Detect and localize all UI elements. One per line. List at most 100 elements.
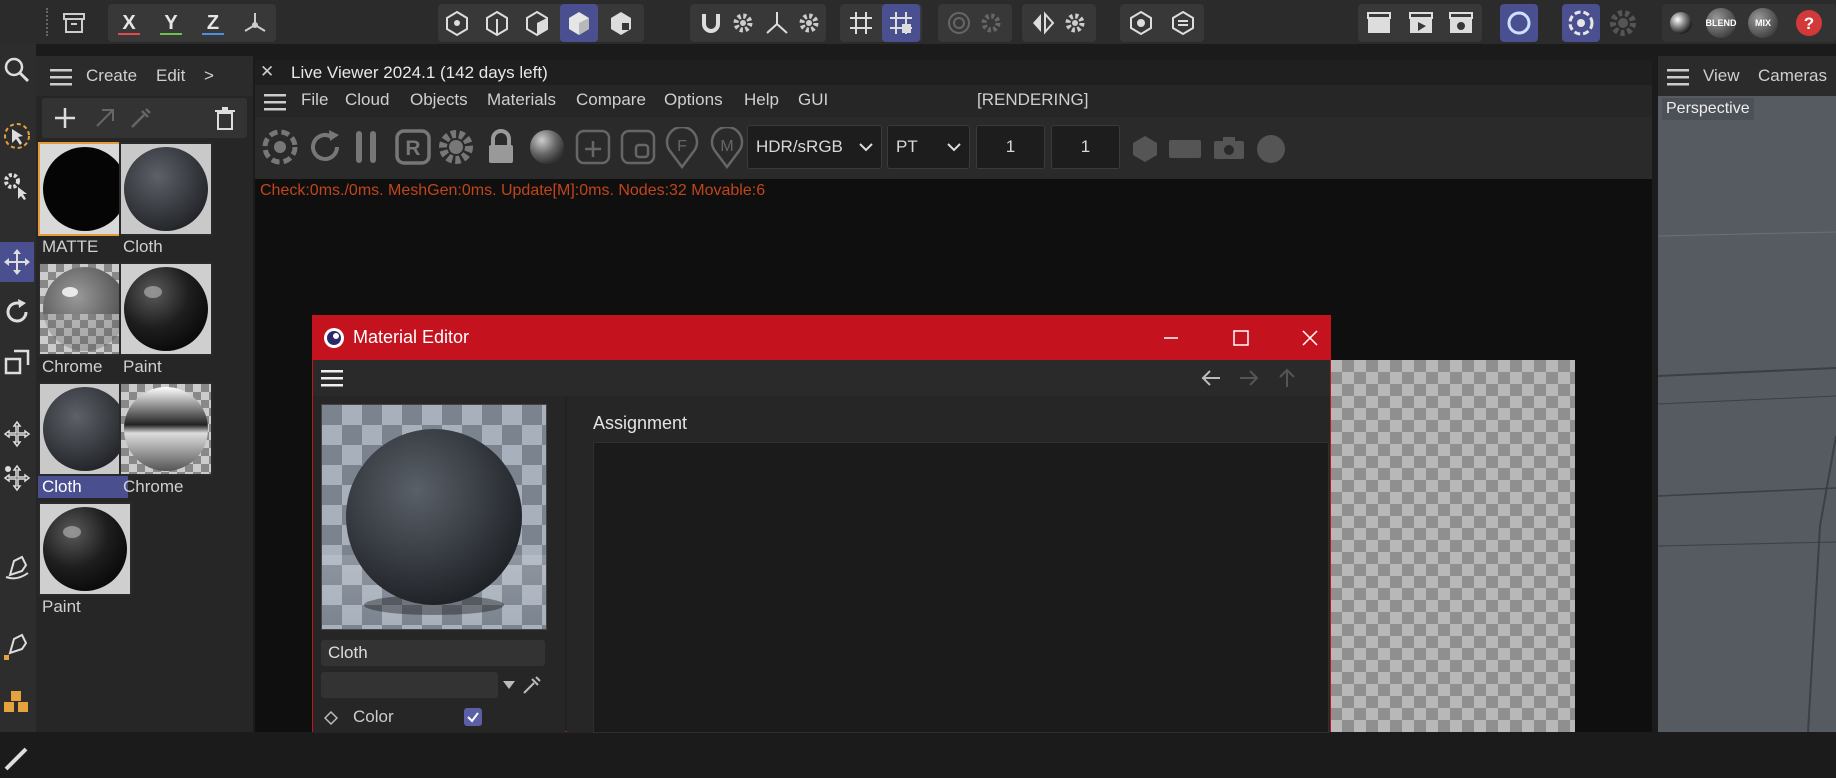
value-field-1[interactable]: 1 <box>976 125 1045 169</box>
x-axis-button[interactable]: X <box>110 4 148 42</box>
live-selection-tool[interactable] <box>0 116 34 156</box>
camera-button[interactable] <box>1212 135 1246 161</box>
material-secondary-field[interactable] <box>321 672 498 698</box>
material-pin-button[interactable]: M <box>707 127 747 169</box>
menu-more[interactable]: > <box>204 66 214 86</box>
menu-help[interactable]: Help <box>744 90 779 110</box>
restart-render-button[interactable] <box>305 127 345 167</box>
close-button[interactable] <box>1278 316 1342 360</box>
editor-hamburger-button[interactable] <box>321 369 343 387</box>
sketch-tool[interactable] <box>0 626 34 666</box>
delete-material-button[interactable] <box>212 105 238 131</box>
model-mode-button[interactable] <box>560 4 598 42</box>
archive-button[interactable] <box>55 4 93 42</box>
search-tool[interactable] <box>0 50 34 90</box>
focus-pin-button[interactable]: F <box>662 127 702 169</box>
material-thumbnail[interactable] <box>38 142 132 236</box>
gear-button[interactable] <box>1604 4 1642 42</box>
material-label[interactable]: MATTE <box>38 236 102 258</box>
help-button[interactable]: ? <box>1790 4 1828 42</box>
clapboard-button[interactable] <box>1360 4 1398 42</box>
add-region-button[interactable] <box>573 127 613 167</box>
menu-objects[interactable]: Objects <box>410 90 468 110</box>
add-material-button[interactable] <box>52 105 78 131</box>
lock-button[interactable] <box>481 127 521 167</box>
grid-button[interactable] <box>842 4 880 42</box>
material-thumbnail[interactable] <box>119 382 213 476</box>
kernel-select[interactable]: PT <box>887 125 970 169</box>
material-editor-titlebar[interactable]: Material Editor <box>313 316 1330 360</box>
select-settings-tool[interactable] <box>0 166 34 206</box>
material-label[interactable]: Paint <box>38 596 85 618</box>
material-sphere-button[interactable] <box>527 127 567 167</box>
material-thumbnail[interactable] <box>38 502 132 596</box>
eyedropper-button[interactable] <box>128 105 154 131</box>
menu-compare[interactable]: Compare <box>576 90 646 110</box>
settings-button[interactable] <box>436 127 476 167</box>
material-thumbnail[interactable] <box>119 142 213 236</box>
axis-settings-button[interactable] <box>790 4 828 42</box>
value-field-2[interactable]: 1 <box>1051 125 1120 169</box>
material-thumbnail[interactable] <box>38 262 132 356</box>
y-axis-button[interactable]: Y <box>152 4 190 42</box>
symmetry-settings-button[interactable] <box>1056 4 1094 42</box>
sphere-button[interactable] <box>1662 4 1700 42</box>
snap-settings-button[interactable] <box>724 4 762 42</box>
material-label[interactable]: Chrome <box>119 476 187 498</box>
apply-material-button[interactable] <box>92 105 118 131</box>
octane-aperture-button[interactable] <box>260 127 300 167</box>
cubes-tool[interactable] <box>0 684 34 724</box>
material-thumbnail[interactable] <box>38 382 132 476</box>
rotate-tool[interactable] <box>0 292 34 332</box>
frame-box-button[interactable] <box>618 127 658 167</box>
live-viewer-hamburger-button[interactable] <box>264 93 286 111</box>
mix-button[interactable]: MIX <box>1744 4 1782 42</box>
menu-materials[interactable]: Materials <box>487 90 556 110</box>
material-label[interactable]: Paint <box>119 356 166 378</box>
back-button[interactable] <box>1200 367 1222 389</box>
forward-button[interactable] <box>1238 367 1260 389</box>
color-channel-checkbox[interactable] <box>464 708 482 726</box>
render-canvas[interactable] <box>1330 360 1575 732</box>
render-view-button[interactable] <box>1164 4 1202 42</box>
material-label[interactable]: Cloth <box>119 236 167 258</box>
scale-tool[interactable] <box>0 342 34 382</box>
polygon-mode-button[interactable] <box>518 4 556 42</box>
minimize-button[interactable] <box>1139 316 1203 360</box>
dropdown-arrow-icon[interactable] <box>503 681 515 689</box>
eyedropper-icon[interactable] <box>521 674 543 696</box>
brush-tool[interactable] <box>0 738 34 778</box>
close-icon[interactable]: ✕ <box>260 62 274 82</box>
menu-options[interactable]: Options <box>664 90 723 110</box>
view-button[interactable] <box>1122 4 1160 42</box>
coordinate-system-button[interactable] <box>236 4 274 42</box>
menu-cloud[interactable]: Cloud <box>345 90 389 110</box>
blend-button[interactable]: BLEND <box>1702 4 1740 42</box>
film-button[interactable] <box>1168 139 1202 159</box>
target-settings-button[interactable] <box>972 4 1010 42</box>
hexagon-button[interactable] <box>1130 134 1160 164</box>
edge-mode-button[interactable] <box>478 4 516 42</box>
render-play-button[interactable] <box>1402 4 1440 42</box>
menu-gui[interactable]: GUI <box>798 90 828 110</box>
material-preview[interactable] <box>321 404 547 630</box>
material-thumbnail[interactable] <box>119 262 213 356</box>
color-space-select[interactable]: HDR/sRGB <box>747 125 882 169</box>
z-axis-button[interactable]: Z <box>194 4 232 42</box>
snap-grid-button[interactable] <box>882 4 920 42</box>
move-tool[interactable] <box>0 242 34 282</box>
material-label[interactable]: Chrome <box>38 356 106 378</box>
material-name-field[interactable]: Cloth <box>321 640 545 666</box>
point-mode-button[interactable] <box>438 4 476 42</box>
perspective-viewport[interactable]: View Cameras Perspective <box>1658 56 1836 732</box>
pause-button[interactable] <box>351 127 381 167</box>
texture-mode-button[interactable] <box>602 4 640 42</box>
region-render-button[interactable]: R <box>393 127 433 167</box>
multi-move-tool[interactable] <box>0 458 34 498</box>
assignment-list[interactable] <box>593 442 1329 733</box>
diamond-icon[interactable] <box>324 711 338 725</box>
octane-button[interactable] <box>1500 4 1538 42</box>
circle-button[interactable] <box>1255 133 1287 165</box>
octane-aperture-button[interactable] <box>1562 4 1600 42</box>
material-label[interactable]: Cloth <box>38 476 128 498</box>
